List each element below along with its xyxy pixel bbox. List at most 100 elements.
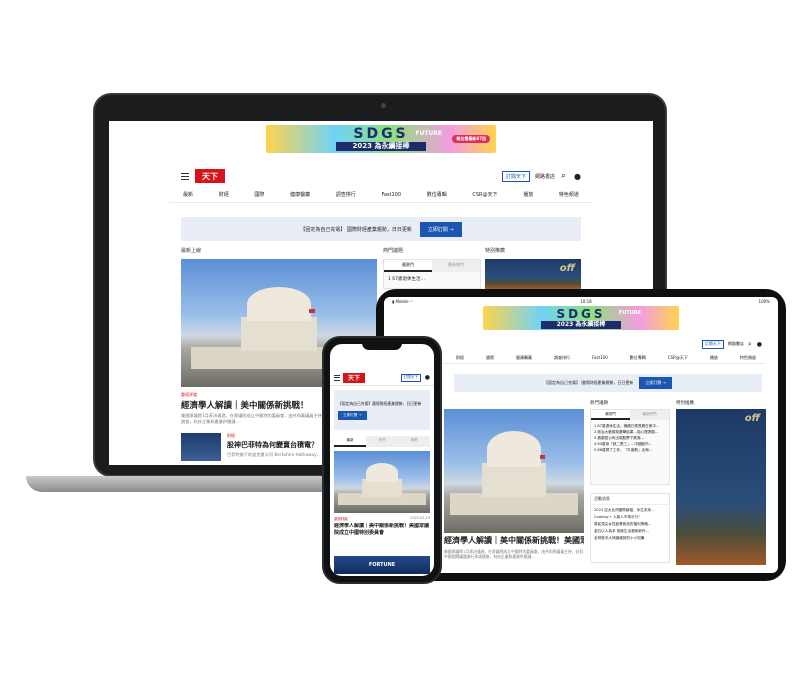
status-battery: 100% [758, 299, 770, 304]
tablet-banner-title: SDGS [556, 307, 606, 321]
status-carrier: ▮ Mobile ◠ [392, 299, 414, 304]
tablet-capitol-photo[interactable] [444, 409, 584, 533]
nav-item-latest[interactable]: 最新 [183, 191, 193, 198]
tablet-promo-text: 【固定為自己充電】 國際財經產業趨勢，日日更新 [544, 380, 634, 385]
tablet-search-icon[interactable]: ⌕ [748, 340, 752, 349]
status-time: 10:18 [580, 299, 592, 304]
tablet-nav-item-health[interactable]: 健康醫藥 [516, 355, 532, 361]
special-mark: off [559, 263, 575, 274]
tablet-activity-item-3[interactable]: 原民頂尖女性創業新品的福利策略… [594, 521, 666, 528]
phone-promo-subscribe-button[interactable]: 立即訂閱 → [338, 410, 367, 420]
tablet-article-snippet: 美國眾議院1月表決通過，在眾議院成立中國特別委員會，由共和黨議員主持，針對中國相… [444, 549, 584, 559]
tablet-nav-item-survey[interactable]: 調查排行 [554, 355, 570, 361]
store-link[interactable]: 網路書店 [535, 173, 555, 180]
phone-promo-box: 【固定為自己充電】國際財經產業趨勢，日日更新 立即訂閱 → [334, 390, 430, 430]
tablet-nav-item-channels[interactable]: 特色頻道 [740, 355, 756, 361]
search-icon[interactable]: ⌕ [561, 171, 566, 181]
laptop-camera [381, 103, 386, 108]
tablet-banner-future: FUTURE [618, 310, 641, 316]
sdgs-banner[interactable]: SDGS 2023 為永續接棒 FUTURE 報名看最新87回 [266, 125, 496, 153]
banner-subtitle: 2023 為永續接棒 [336, 142, 426, 151]
second-article-thumb[interactable] [181, 433, 221, 461]
tablet-activity-item-4[interactable]: 金石以人為本 首席生活藝術新作… [594, 528, 666, 535]
tablet-main-nav: 財經 國際 健康醫藥 調查排行 Fast100 數位專輯 CSR@天下 播放 特… [396, 352, 766, 364]
tablet-status-bar: ▮ Mobile ◠ 10:18 100% [384, 297, 778, 304]
phone-site-logo[interactable]: 天下 [343, 372, 365, 383]
menu-icon[interactable] [181, 171, 189, 182]
nav-item-health[interactable]: 健康醫藥 [290, 191, 310, 198]
tablet-site-header: 訂閱天下 網路書店 ⌕ ● [444, 336, 762, 352]
tablet-activity-label: 活動消息 [591, 494, 669, 505]
tablet-nav-item-csr[interactable]: CSR@天下 [668, 355, 688, 361]
site-logo[interactable]: 天下 [195, 169, 225, 183]
hot-item[interactable]: 1 67歲退休生活… [384, 272, 480, 286]
promo-subscribe-button[interactable]: 立即訂閱 → [419, 221, 462, 237]
phone-article-date: 2023-02-19 [410, 516, 430, 520]
tablet-nav-item-digital[interactable]: 數位專輯 [630, 355, 646, 361]
tablet-sdgs-banner[interactable]: SDGS 2023 為永續接棒 FUTURE [483, 306, 679, 330]
hot-tab-box: 最熱門 最新熱門 1 67歲退休生活… [383, 259, 481, 289]
tablet-hot-tab-box: 最熱門 最新熱門 1 67歲退休生活，機器已經長期在家中… 2 政治大數據與選舉… [590, 409, 670, 485]
phone-promo-text: 【固定為自己充電】國際財經產業趨勢，日日更新 [338, 400, 422, 406]
phone-bottom-banner[interactable]: FORTUNE [334, 556, 430, 574]
phone-tab-latest[interactable]: 最新 [334, 436, 366, 447]
special-label: 特別推薦 [485, 248, 506, 254]
nav-item-finance[interactable]: 財經 [219, 191, 229, 198]
phone-bottom-banner-text: FORTUNE [368, 562, 396, 568]
banner-tag[interactable]: 報名看最新87回 [452, 135, 490, 143]
tablet-nav-item-play[interactable]: 播放 [710, 355, 718, 361]
tablet-nav-item-finance[interactable]: 財經 [456, 355, 464, 361]
tablet-nav-item-fast100[interactable]: Fast100 [592, 355, 608, 360]
nav-item-fast100[interactable]: Fast100 [381, 192, 401, 198]
device-mockup-stage: SDGS 2023 為永續接棒 FUTURE 報名看最新87回 天下 訂閱天下 … [0, 0, 800, 675]
phone-subscribe-button[interactable]: 訂閱天下 [400, 373, 421, 382]
hot-label: 熱門議題 [383, 248, 404, 254]
tablet-nav-item-international[interactable]: 國際 [486, 355, 494, 361]
tablet-activity-item-2[interactable]: Cooking • 人與人不再平行！ [594, 514, 666, 521]
nav-item-channels[interactable]: 特色頻道 [559, 191, 579, 198]
article-headline[interactable]: 經濟學人解讀｜美中關係新挑戰！ [181, 399, 309, 411]
tablet-special-label: 特別推薦 [676, 401, 694, 406]
site-header: 天下 訂閱天下 網路書店 ⌕ ● [181, 165, 581, 187]
tablet-subscribe-button[interactable]: 訂閱天下 [701, 339, 724, 349]
nav-item-survey[interactable]: 調查排行 [336, 191, 356, 198]
latest-label: 最新上線 [181, 248, 202, 254]
phone-screen: 天下 訂閱天下 ● 【固定為自己充電】國際財經產業趨勢，日日更新 立即訂閱 → … [330, 344, 434, 576]
phone-tab-hot[interactable]: 熱門 [366, 436, 398, 447]
tablet-user-icon[interactable]: ● [757, 341, 762, 348]
tablet-tab-latest-popular[interactable]: 最新熱門 [630, 410, 669, 420]
main-nav: 最新 財經 國際 健康醫藥 調查排行 Fast100 數位專輯 CSR@天下 播… [169, 187, 593, 203]
phone-article-meta: 重磅評論 2023-02-19 [334, 516, 430, 521]
second-article-tag: 財經 [227, 433, 235, 438]
tablet-store-link[interactable]: 網路書店 [728, 341, 744, 347]
nav-item-csr[interactable]: CSR@天下 [472, 191, 497, 198]
tablet-hot-label: 熱門議題 [590, 401, 608, 406]
phone-article-headline[interactable]: 經濟學人解讀｜美中關係新挑戰！美國眾議院成立中國特別委員會 [334, 523, 430, 544]
nav-item-international[interactable]: 國際 [254, 191, 264, 198]
user-icon[interactable]: ● [574, 172, 581, 181]
tablet-screen: ▮ Mobile ◠ 10:18 100% SDGS 2023 為永續接棒 FU… [384, 297, 778, 573]
tablet-banner-subtitle: 2023 為永續接棒 [541, 321, 621, 329]
second-article-headline[interactable]: 股神巴菲特為何變賣台積電？ [227, 440, 318, 450]
nav-item-play[interactable]: 播放 [523, 191, 533, 198]
tablet-activity-item-5[interactable]: 全球首次大熊貓報到的小小知識 [594, 535, 666, 542]
tablet-hot-item-5[interactable]: 5 88歲想了工作，「平度散」出海… [594, 447, 666, 453]
tablet-article-headline[interactable]: 經濟學人解讀｜美中關係新挑戰！美國眾議… [444, 535, 584, 546]
tablet-promo-subscribe-button[interactable]: 立即訂閱 → [639, 377, 672, 389]
tab-latest-popular[interactable]: 最新熱門 [432, 260, 480, 272]
tab-most-popular[interactable]: 最熱門 [384, 260, 432, 272]
phone-user-icon[interactable]: ● [425, 374, 430, 381]
tablet-special-image[interactable]: off [676, 409, 766, 565]
phone-capitol-photo[interactable] [334, 451, 430, 513]
tablet-tab-most-popular[interactable]: 最熱門 [591, 410, 630, 420]
tablet-activity-item-1[interactable]: 2023 亞太台灣國際論壇，永生未來… [594, 507, 666, 514]
subscribe-button[interactable]: 訂閱天下 [501, 170, 530, 182]
phone-tab-recommended[interactable]: 推薦 [398, 436, 430, 447]
special-image[interactable]: off [485, 259, 581, 289]
phone-menu-icon[interactable] [334, 373, 340, 382]
article-tag: 重磅評論 [181, 392, 197, 397]
nav-item-digital[interactable]: 數位專輯 [427, 191, 447, 198]
banner-future: FUTURE [415, 130, 442, 137]
phone: 天下 訂閱天下 ● 【固定為自己充電】國際財經產業趨勢，日日更新 立即訂閱 → … [322, 336, 442, 584]
phone-article-tag: 重磅評論 [334, 517, 348, 521]
